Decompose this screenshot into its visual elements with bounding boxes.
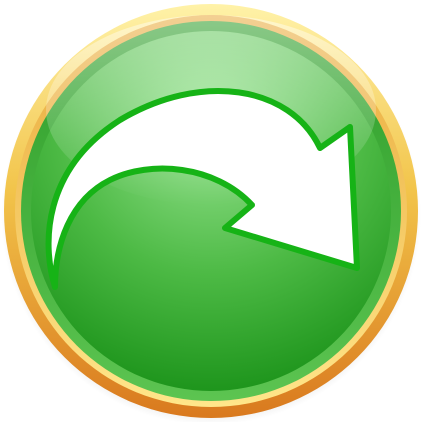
redo-button[interactable]: [0, 0, 422, 422]
redo-button-graphic: [1, 4, 421, 422]
